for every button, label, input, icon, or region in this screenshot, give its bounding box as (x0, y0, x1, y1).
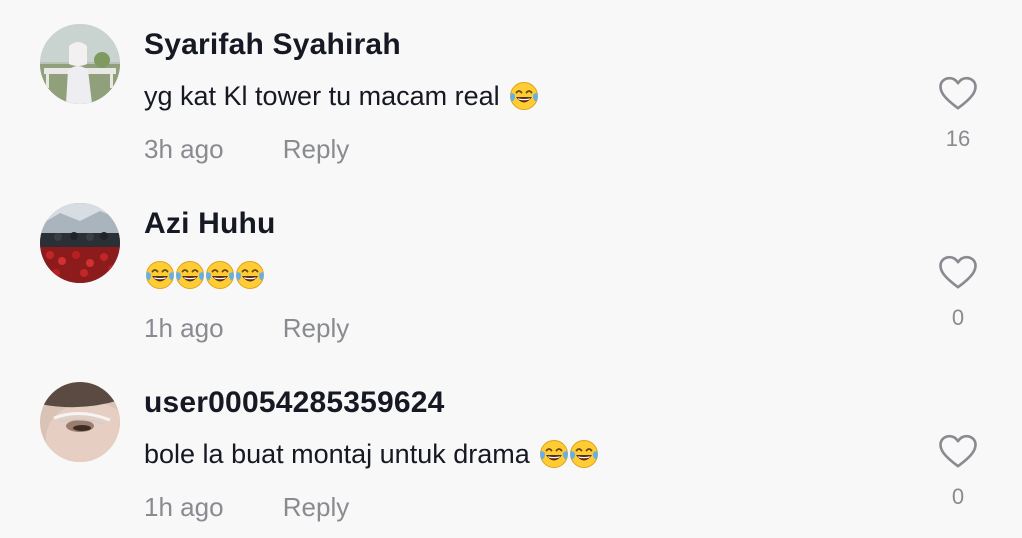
comment-text: yg kat Kl tower tu macam real (144, 80, 538, 112)
heart-icon[interactable] (938, 432, 978, 472)
comment-username[interactable]: user00054285359624 (144, 386, 445, 420)
avatar-image (40, 24, 120, 104)
tears-of-joy-emoji-icon (508, 80, 540, 112)
like-count: 0 (951, 305, 965, 330)
emoji-row (538, 438, 598, 470)
tears-of-joy-emoji-icon (204, 259, 236, 291)
avatar-image (40, 382, 120, 462)
comment-text (144, 259, 264, 291)
comment-body: yg kat Kl tower tu macam real (144, 80, 500, 111)
heart-icon[interactable] (938, 74, 978, 114)
tears-of-joy-emoji-icon (234, 259, 266, 291)
comment-text: bole la buat montaj untuk drama (144, 438, 598, 470)
comment-meta: 3h ago Reply (144, 134, 349, 165)
reply-button[interactable]: Reply (283, 313, 349, 343)
heart-icon[interactable] (938, 253, 978, 293)
comment-meta: 1h ago Reply (144, 313, 349, 344)
tears-of-joy-emoji-icon (144, 259, 176, 291)
avatar[interactable] (40, 203, 120, 283)
avatar-image (40, 203, 120, 283)
comment-body: bole la buat montaj untuk drama (144, 438, 530, 469)
comment-item: Azi Huhu 1h ago Reply 0 (0, 179, 1022, 358)
comment-meta: 1h ago Reply (144, 492, 349, 523)
comment-username[interactable]: Azi Huhu (144, 207, 276, 241)
comment-username[interactable]: Syarifah Syahirah (144, 28, 401, 62)
avatar[interactable] (40, 382, 120, 462)
tears-of-joy-emoji-icon (174, 259, 206, 291)
tears-of-joy-emoji-icon (538, 438, 570, 470)
reply-button[interactable]: Reply (283, 492, 349, 522)
reply-button[interactable]: Reply (283, 134, 349, 164)
comment-timestamp: 1h ago (144, 313, 224, 343)
avatar[interactable] (40, 24, 120, 104)
emoji-row (144, 259, 264, 291)
like-count: 16 (945, 126, 971, 151)
comment-item: user00054285359624 bole la buat montaj u… (0, 358, 1022, 537)
comment-timestamp: 3h ago (144, 134, 224, 164)
tears-of-joy-emoji-icon (568, 438, 600, 470)
comment-timestamp: 1h ago (144, 492, 224, 522)
emoji-row (508, 80, 538, 112)
comment-item: Syarifah Syahirah yg kat Kl tower tu mac… (0, 0, 1022, 179)
like-count: 0 (951, 484, 965, 509)
